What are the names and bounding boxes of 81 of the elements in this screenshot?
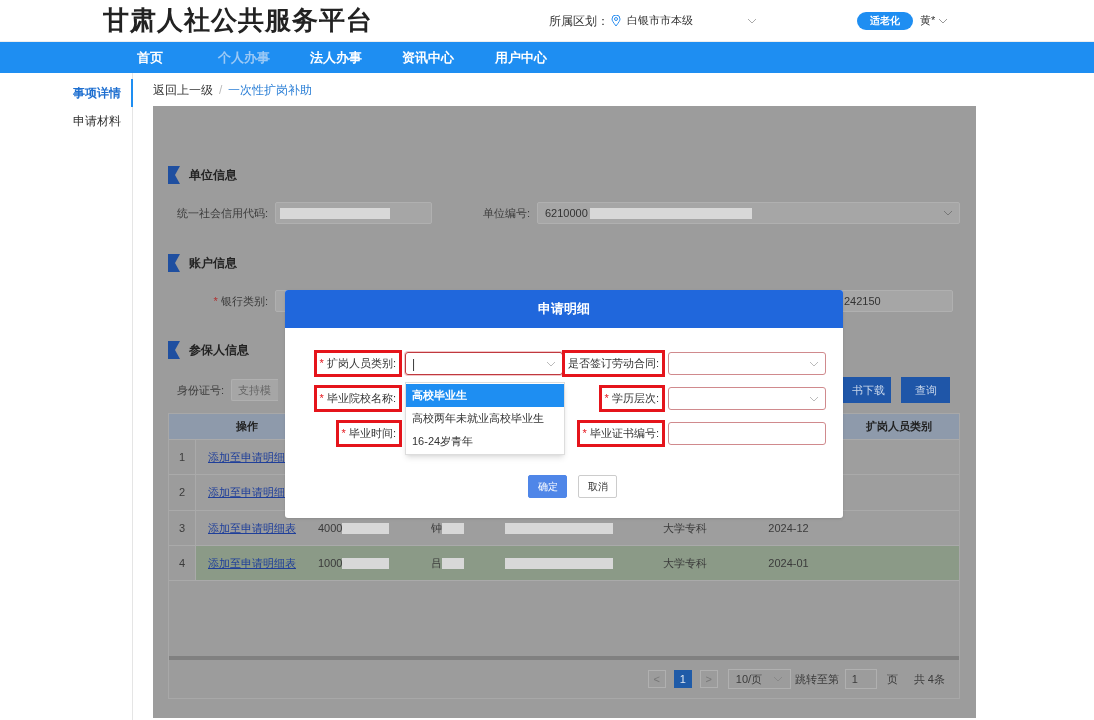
redaction-bar [441, 522, 464, 534]
column-header: 扩岗人员类别 [865, 419, 932, 435]
input-field[interactable]: 支持模 [231, 379, 278, 401]
column-header: 操作 [236, 419, 258, 435]
elder-mode-button[interactable]: 适老化 [857, 11, 913, 30]
add-to-list-link[interactable]: 添加至申请明细 [208, 484, 285, 501]
total-count: 共 4条 [913, 671, 945, 687]
redaction-bar [342, 522, 390, 534]
breadcrumb-current: 一次性扩岗补助 [228, 81, 313, 99]
select-field[interactable] [668, 352, 826, 375]
field-label: * 扩岗人员类别: [313, 350, 402, 377]
row-number: 1 [178, 449, 186, 465]
dropdown-option[interactable]: 高校毕业生 [406, 384, 564, 407]
table-cell-text: 大学专科 [663, 520, 707, 536]
redaction-bar [441, 557, 464, 569]
section-marker-icon [168, 254, 180, 272]
section-marker-icon [168, 166, 180, 184]
section-title: 参保人信息 [189, 342, 249, 359]
section-title: 账户信息 [189, 255, 237, 272]
field-label: * 毕业时间: [335, 420, 402, 447]
cancel-button[interactable]: 取消 [578, 475, 617, 498]
chevron-down-icon [943, 210, 953, 216]
chevron-down-icon [546, 360, 556, 367]
field-label: 身份证号: [175, 382, 225, 398]
region-label: 所属区划： [549, 12, 609, 30]
field-label: * 学历层次: [598, 385, 665, 412]
sidebar-item[interactable]: 事项详情 [73, 79, 133, 107]
row-number: 4 [178, 555, 186, 571]
field-label: * 毕业证书编号: [576, 420, 665, 447]
dialog-title: 申请明细 [285, 290, 843, 328]
field-label: * 毕业院校名称: [313, 385, 402, 412]
section-title: 单位信息 [189, 167, 237, 184]
dropdown-option[interactable]: 高校两年未就业高校毕业生 [406, 407, 564, 430]
table-cell-text: 4000 [318, 520, 343, 536]
breadcrumb-separator: / [219, 81, 223, 99]
select-field[interactable] [668, 387, 826, 410]
back-link[interactable]: 返回上一级 [153, 80, 213, 99]
location-pin-icon [611, 14, 621, 27]
field-label: 是否签订劳动合同: [561, 350, 665, 377]
nav-link[interactable]: 首页 [137, 47, 218, 68]
table-cell-text: 吕 [430, 555, 442, 571]
confirm-button[interactable]: 确定 [528, 475, 567, 498]
page-input[interactable]: 1 [844, 669, 877, 689]
chevron-down-icon [938, 17, 949, 24]
download-button[interactable]: 书下载 [843, 377, 891, 403]
row-number: 2 [178, 485, 186, 501]
query-button[interactable]: 查询 [901, 377, 950, 403]
page-unit: 页 [886, 671, 898, 687]
dropdown-option[interactable]: 16-24岁青年 [406, 430, 564, 453]
add-to-list-link[interactable]: 添加至申请明细 [208, 448, 285, 466]
table-cell-text: 钟 [430, 520, 442, 536]
site-title: 甘肃人社公共服务平台 [103, 4, 374, 37]
sidebar-item[interactable]: 申请材料 [73, 107, 131, 135]
page-size-select[interactable]: 10/页 [727, 669, 791, 689]
chevron-down-icon [809, 395, 819, 402]
add-to-list-link[interactable]: 添加至申请明细表 [208, 519, 296, 537]
region-select[interactable]: 白银市市本级 [627, 12, 757, 29]
input-field[interactable] [668, 422, 826, 445]
nav-link[interactable]: 资讯中心 [402, 47, 495, 68]
chevron-down-icon [809, 360, 819, 367]
row-number: 3 [178, 520, 186, 536]
add-to-list-link[interactable]: 添加至申请明细表 [208, 554, 296, 572]
select-field[interactable]: | [405, 352, 563, 375]
field-label: 单位编号: [481, 205, 531, 221]
page-button[interactable]: 1 [673, 670, 692, 688]
user-menu[interactable]: 黄* [920, 12, 949, 29]
select-field[interactable]: 6210000 [537, 202, 960, 224]
field-label: 统一社会信用代码: [175, 205, 269, 221]
input-field[interactable] [275, 202, 432, 224]
table-cell-text: 2024-12 [768, 520, 809, 536]
redaction-bar [342, 557, 390, 569]
jump-label: 跳转至第 [794, 671, 839, 687]
table-cell-text: 1000 [318, 555, 343, 571]
section-marker-icon [168, 341, 180, 359]
nav-link[interactable]: 法人办事 [310, 47, 402, 68]
table-cell-text: 大学专科 [663, 555, 707, 571]
table-row[interactable]: 4 添加至申请明细表 1000 吕 大学专科 2024-01 [169, 545, 959, 580]
nav-link[interactable]: 用户中心 [495, 47, 587, 68]
field-label: * 银行类别: [212, 293, 269, 309]
chevron-down-icon [747, 17, 757, 24]
table-cell-text: 2024-01 [768, 555, 809, 571]
